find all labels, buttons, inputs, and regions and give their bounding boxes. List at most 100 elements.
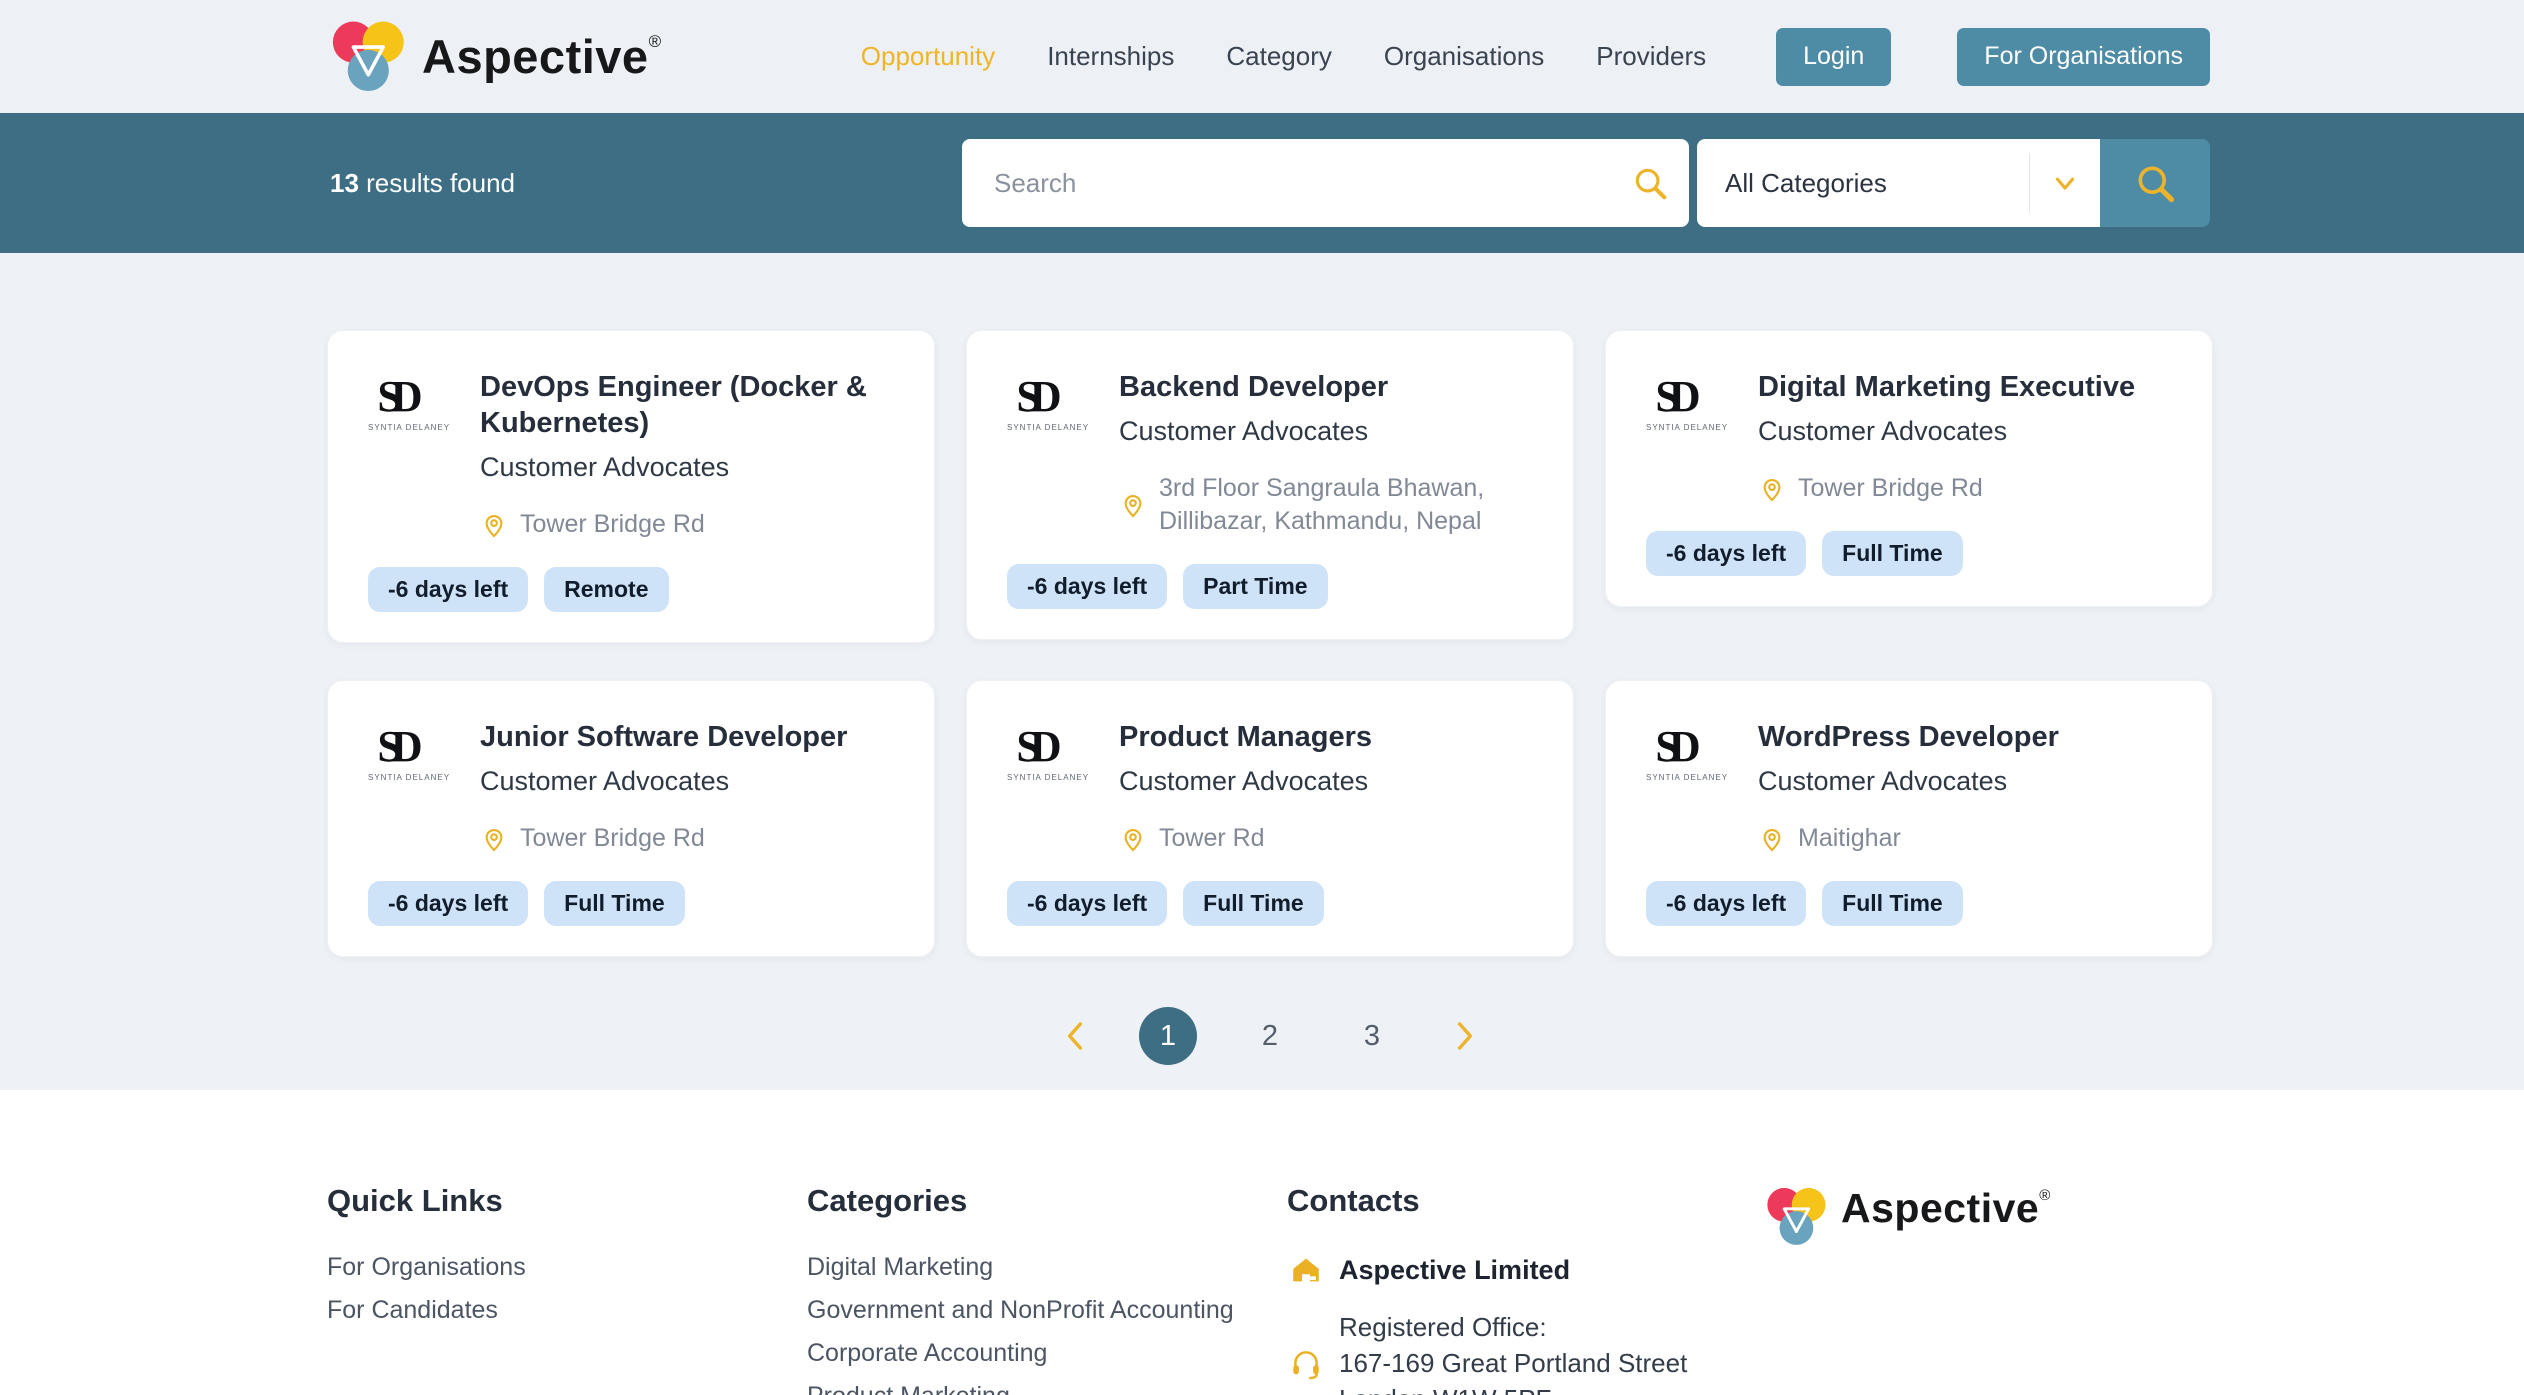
registered-mark: ® [649, 32, 662, 51]
days-left-badge: -6 days left [1007, 564, 1167, 609]
job-title: Junior Software Developer [480, 719, 847, 755]
footer-category-link[interactable]: Digital Marketing [807, 1255, 1287, 1279]
categories-title: Categories [807, 1183, 1287, 1219]
footer-brand-logo[interactable]: Aspective® [1765, 1185, 2051, 1395]
company-logo: SD SYNTIA DELANEY [368, 369, 432, 484]
location-pin-icon [1758, 475, 1786, 503]
brand-name: Aspective® [422, 29, 662, 84]
header: Aspective® Opportunity Internships Categ… [0, 0, 2524, 113]
job-card[interactable]: SD SYNTIA DELANEY Digital Marketing Exec… [1605, 330, 2213, 607]
company-logo: SD SYNTIA DELANEY [1007, 369, 1071, 448]
job-title: Digital Marketing Executive [1758, 369, 2135, 405]
footer-category-link[interactable]: Corporate Accounting [807, 1341, 1287, 1365]
footer-category-link[interactable]: Product Marketing [807, 1384, 1287, 1395]
company-logo: SD SYNTIA DELANEY [1007, 719, 1071, 798]
days-left-badge: -6 days left [1646, 881, 1806, 926]
footer-brand-name: Aspective® [1841, 1185, 2051, 1232]
location-pin-icon [1119, 491, 1147, 519]
job-type-badge: Part Time [1183, 564, 1327, 609]
company-logo: SD SYNTIA DELANEY [368, 719, 432, 798]
job-location: Tower Bridge Rd [520, 508, 705, 541]
job-type-badge: Full Time [1183, 881, 1324, 926]
job-card[interactable]: SD SYNTIA DELANEY Junior Software Develo… [327, 680, 935, 957]
home-icon [1289, 1253, 1323, 1287]
registered-mark: ® [2039, 1187, 2051, 1204]
footer-categories: Categories Digital Marketing Government … [807, 1183, 1287, 1395]
search-input[interactable] [962, 139, 1689, 227]
job-cards-grid: SD SYNTIA DELANEY DevOps Engineer (Docke… [327, 330, 2213, 957]
location-pin-icon [480, 511, 508, 539]
chevron-left-icon [1062, 1020, 1088, 1052]
job-company: Customer Advocates [1119, 764, 1372, 798]
pagination-page-2[interactable]: 2 [1241, 1007, 1299, 1065]
category-select[interactable]: All Categories [1697, 139, 2100, 227]
location-pin-icon [1758, 825, 1786, 853]
quick-links-title: Quick Links [327, 1183, 807, 1219]
job-title: WordPress Developer [1758, 719, 2059, 755]
company-logo: SD SYNTIA DELANEY [1646, 369, 1710, 448]
job-card[interactable]: SD SYNTIA DELANEY DevOps Engineer (Docke… [327, 330, 935, 643]
days-left-badge: -6 days left [368, 881, 528, 926]
job-location: Tower Bridge Rd [1798, 472, 1983, 505]
results-section: SD SYNTIA DELANEY DevOps Engineer (Docke… [0, 253, 2524, 1090]
contact-company-name: Aspective Limited [1339, 1253, 1570, 1287]
job-location: 3rd Floor Sangraula Bhawan, Dillibazar, … [1159, 472, 1545, 538]
job-type-badge: Remote [544, 567, 668, 612]
search-band: 13 results found All Categories [0, 113, 2524, 253]
footer-contacts: Contacts Aspective Limited Registered Of… [1287, 1183, 1765, 1395]
chevron-down-icon [2050, 168, 2080, 198]
job-card[interactable]: SD SYNTIA DELANEY WordPress Developer Cu… [1605, 680, 2213, 957]
footer-quick-links: Quick Links For Organisations For Candid… [327, 1183, 807, 1395]
headset-icon [1289, 1346, 1323, 1380]
contacts-title: Contacts [1287, 1183, 1765, 1219]
main-nav: Opportunity Internships Category Organis… [861, 28, 2210, 86]
nav-organisations[interactable]: Organisations [1384, 41, 1544, 72]
results-count: 13 results found [330, 168, 515, 199]
footer-link-for-organisations[interactable]: For Organisations [327, 1255, 807, 1279]
pagination-page-3[interactable]: 3 [1343, 1007, 1401, 1065]
job-company: Customer Advocates [480, 450, 906, 484]
login-button[interactable]: Login [1776, 28, 1891, 86]
job-location: Tower Rd [1159, 822, 1265, 855]
job-type-badge: Full Time [1822, 881, 1963, 926]
job-title: Product Managers [1119, 719, 1372, 755]
footer-brand-logo-icon [1765, 1185, 1829, 1249]
search-submit-icon [2133, 161, 2177, 205]
company-logo: SD SYNTIA DELANEY [1646, 719, 1710, 798]
for-organisations-button[interactable]: For Organisations [1957, 28, 2210, 86]
days-left-badge: -6 days left [368, 567, 528, 612]
job-title: DevOps Engineer (Docker & Kubernetes) [480, 369, 906, 441]
chevron-right-icon [1452, 1020, 1478, 1052]
pagination-prev-button[interactable] [1055, 1016, 1095, 1056]
nav-opportunity[interactable]: Opportunity [861, 41, 995, 72]
pagination-next-button[interactable] [1445, 1016, 1485, 1056]
job-type-badge: Full Time [1822, 531, 1963, 576]
job-company: Customer Advocates [1758, 764, 2059, 798]
contact-address: Registered Office: 167-169 Great Portlan… [1339, 1309, 1687, 1395]
job-title: Backend Developer [1119, 369, 1388, 405]
pagination-page-1[interactable]: 1 [1139, 1007, 1197, 1065]
days-left-badge: -6 days left [1646, 531, 1806, 576]
footer-category-link[interactable]: Government and NonProfit Accounting [807, 1298, 1287, 1322]
days-left-badge: -6 days left [1007, 881, 1167, 926]
footer: Quick Links For Organisations For Candid… [0, 1090, 2524, 1395]
brand-logo[interactable]: Aspective® [330, 18, 662, 96]
brand-logo-icon [330, 18, 408, 96]
job-company: Customer Advocates [480, 764, 847, 798]
footer-link-for-candidates[interactable]: For Candidates [327, 1298, 807, 1322]
category-selected-value: All Categories [1697, 168, 2029, 199]
pagination: 1 2 3 [327, 1007, 2213, 1065]
search-group: All Categories [962, 139, 2210, 227]
search-submit-button[interactable] [2100, 139, 2210, 227]
location-pin-icon [480, 825, 508, 853]
nav-providers[interactable]: Providers [1596, 41, 1706, 72]
job-company: Customer Advocates [1758, 414, 2135, 448]
nav-category[interactable]: Category [1226, 41, 1332, 72]
job-card[interactable]: SD SYNTIA DELANEY Backend Developer Cust… [966, 330, 1574, 640]
job-type-badge: Full Time [544, 881, 685, 926]
job-location: Tower Bridge Rd [520, 822, 705, 855]
nav-internships[interactable]: Internships [1047, 41, 1174, 72]
job-company: Customer Advocates [1119, 414, 1388, 448]
job-card[interactable]: SD SYNTIA DELANEY Product Managers Custo… [966, 680, 1574, 957]
location-pin-icon [1119, 825, 1147, 853]
